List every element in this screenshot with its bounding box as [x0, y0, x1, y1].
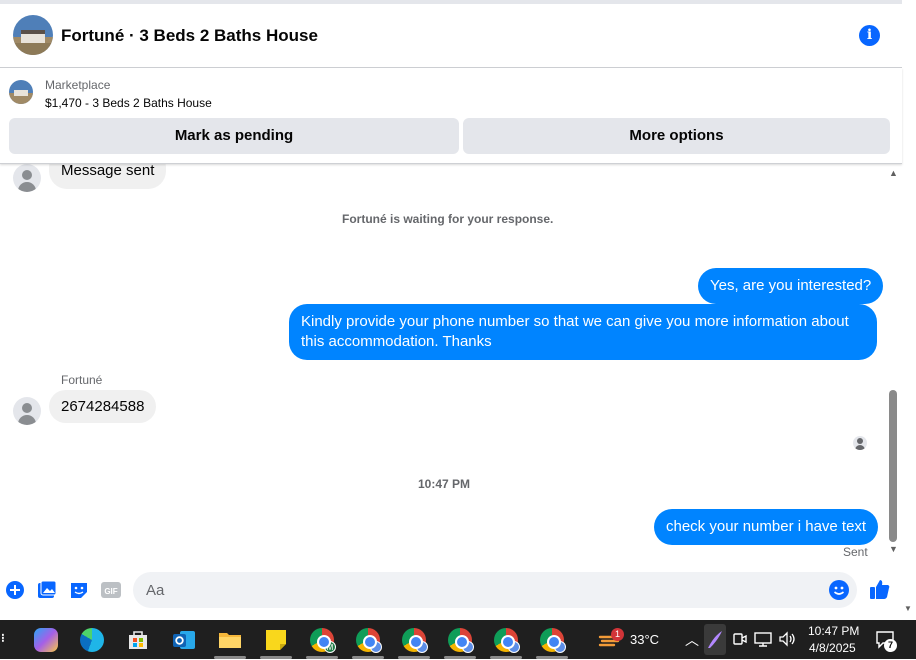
conversation-header: Fortuné · 3 Beds 2 Baths House i	[0, 4, 902, 68]
microsoft-store-icon[interactable]	[126, 628, 150, 652]
meet-now-icon[interactable]	[733, 631, 747, 652]
contact-avatar[interactable]	[13, 397, 41, 425]
chrome-profile-avatar-icon	[370, 641, 382, 653]
marketplace-label: Marketplace	[45, 78, 111, 92]
chrome-icon[interactable]	[356, 628, 382, 653]
sender-name: Fortuné	[61, 373, 103, 387]
chrome-profile-avatar-icon	[508, 641, 520, 653]
edge-browser-icon[interactable]	[80, 628, 104, 652]
like-thumb-icon[interactable]	[869, 578, 891, 600]
listing-thumbnail[interactable]	[9, 80, 33, 104]
more-options-button[interactable]: More options	[463, 118, 890, 154]
chrome-icon[interactable]: M	[310, 628, 336, 653]
outgoing-message: check your number i have text	[654, 509, 879, 545]
chevron-up-icon[interactable]: ︿	[685, 630, 699, 650]
waiting-notice: Fortuné is waiting for your response.	[342, 212, 554, 226]
seen-avatar-icon	[853, 436, 867, 450]
outlook-icon[interactable]	[172, 628, 196, 652]
weather-badge: 1	[611, 628, 624, 641]
gif-label: GIF	[104, 587, 117, 596]
windows-taskbar: ⁝ M 1 33°C ︿ 10:47 PM 4/8/2025 7	[0, 620, 916, 659]
file-explorer-icon[interactable]	[218, 628, 242, 652]
speaker-icon[interactable]	[778, 631, 796, 652]
info-icon[interactable]: i	[859, 25, 880, 46]
chrome-icon[interactable]	[448, 628, 474, 653]
clock-date[interactable]: 4/8/2025	[809, 641, 856, 655]
chrome-icon[interactable]	[540, 628, 566, 653]
listing-price-title[interactable]: $1,470 - 3 Beds 2 Baths House	[45, 96, 212, 110]
chrome-profile-avatar-icon	[554, 641, 566, 653]
clock-time[interactable]: 10:47 PM	[808, 624, 859, 638]
listing-avatar[interactable]	[13, 15, 53, 55]
conversation-title[interactable]: Fortuné · 3 Beds 2 Baths House	[61, 26, 318, 46]
message-composer: GIF Aa	[0, 566, 902, 614]
chrome-profile-badge: M	[324, 641, 336, 653]
gif-icon[interactable]: GIF	[101, 580, 121, 600]
plus-icon[interactable]	[5, 580, 25, 600]
incoming-message: 2674284588	[49, 390, 157, 423]
chrome-profile-avatar-icon	[416, 641, 428, 653]
outgoing-message: Yes, are you interested?	[698, 268, 884, 304]
notification-count-badge: 7	[884, 639, 897, 652]
outgoing-message: Kindly provide your phone number so that…	[289, 304, 877, 360]
scroll-up-arrow-icon[interactable]: ▲	[889, 168, 898, 178]
photo-icon[interactable]	[37, 580, 57, 600]
sticker-icon[interactable]	[69, 580, 89, 600]
message-thread: Message sent Fortuné is waiting for your…	[0, 164, 886, 564]
message-input[interactable]: Aa	[133, 572, 857, 608]
sticky-notes-icon[interactable]	[264, 628, 288, 652]
chrome-profile-avatar-icon	[462, 641, 474, 653]
scrollbar-thumb[interactable]	[889, 390, 897, 542]
pen-app-icon[interactable]	[704, 624, 726, 655]
mark-as-pending-button[interactable]: Mark as pending	[9, 118, 459, 154]
message-input-placeholder: Aa	[146, 582, 165, 599]
network-icon[interactable]	[754, 631, 772, 652]
thread-scrollbar[interactable]: ▲ ▼	[886, 166, 900, 558]
message-status: Sent	[843, 545, 868, 559]
contact-avatar[interactable]	[13, 164, 41, 192]
copilot-icon[interactable]	[34, 628, 58, 652]
emoji-icon[interactable]	[829, 580, 849, 600]
chrome-icon[interactable]	[402, 628, 428, 653]
scroll-down-arrow-icon[interactable]: ▼	[889, 544, 898, 554]
incoming-message: Message sent	[49, 164, 167, 189]
taskbar-edge-indicator: ⁝	[1, 631, 5, 645]
messenger-window: Fortuné · 3 Beds 2 Baths House i Marketp…	[0, 0, 916, 620]
chrome-icon[interactable]	[494, 628, 520, 653]
message-timestamp: 10:47 PM	[418, 477, 471, 491]
weather-temperature[interactable]: 33°C	[630, 632, 659, 647]
window-scroll-down-icon[interactable]: ▼	[904, 604, 912, 613]
marketplace-panel: Marketplace $1,470 - 3 Beds 2 Baths Hous…	[0, 68, 902, 164]
